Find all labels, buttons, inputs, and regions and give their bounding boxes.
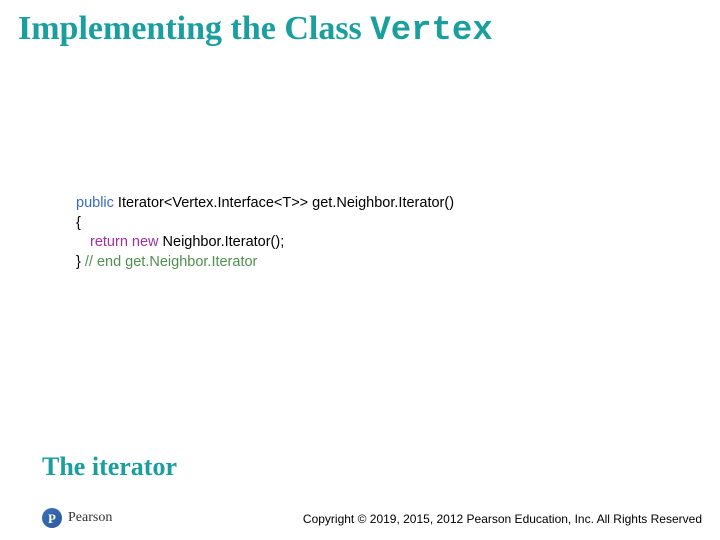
code-line-1: public Iterator<Vertex.Interface<T>> get… xyxy=(76,194,454,214)
slide-title: Implementing the Class Vertex xyxy=(18,10,493,50)
code-line-1-rest: Iterator<Vertex.Interface<T>> get.Neighb… xyxy=(114,195,454,211)
title-prefix: Implementing the Class xyxy=(18,10,370,47)
code-comment: // end get.Neighbor.Iterator xyxy=(85,254,258,270)
pearson-logo: P Pearson xyxy=(42,508,112,528)
code-block: public Iterator<Vertex.Interface<T>> get… xyxy=(76,194,454,272)
pearson-logo-icon: P xyxy=(42,508,62,528)
keyword-return-new: return new xyxy=(90,234,159,250)
code-line-4-brace: } xyxy=(76,254,85,270)
slide-subtitle: The iterator xyxy=(42,452,177,482)
slide: Implementing the Class Vertex public Ite… xyxy=(0,0,720,540)
code-line-4: } // end get.Neighbor.Iterator xyxy=(76,253,454,273)
copyright-text: Copyright © 2019, 2015, 2012 Pearson Edu… xyxy=(303,512,702,526)
pearson-logo-text: Pearson xyxy=(68,510,112,526)
code-line-2: { xyxy=(76,214,454,234)
code-line-3-rest: Neighbor.Iterator(); xyxy=(159,234,285,250)
pearson-logo-letter: P xyxy=(48,512,56,525)
code-line-3: return new Neighbor.Iterator(); xyxy=(76,233,454,253)
keyword-public: public xyxy=(76,195,114,211)
title-classname: Vertex xyxy=(370,12,492,50)
